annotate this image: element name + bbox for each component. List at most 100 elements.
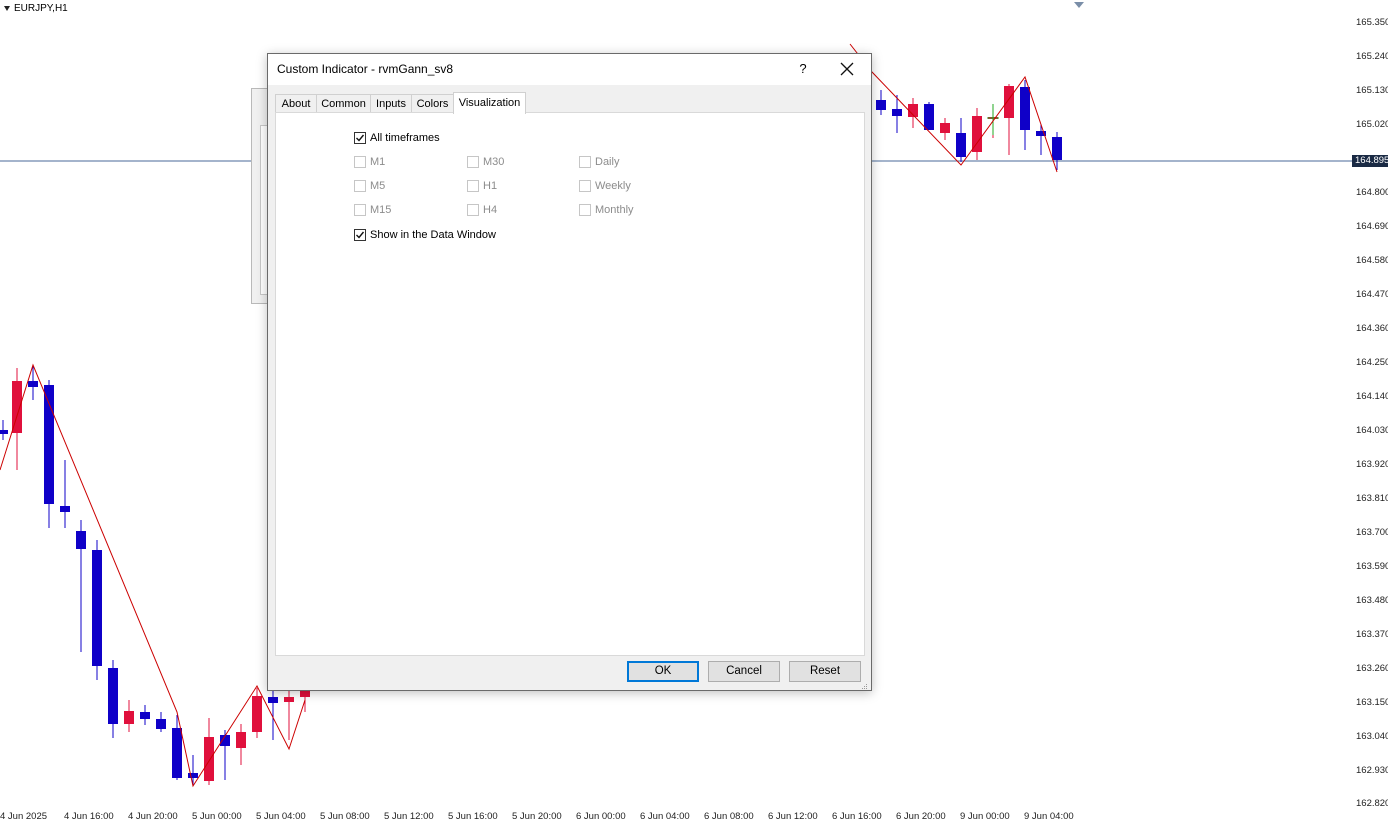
show-in-data-window-checkbox[interactable] — [354, 229, 366, 241]
m30-checkbox[interactable] — [467, 156, 479, 168]
time-tick-label: 5 Jun 12:00 — [384, 811, 434, 822]
price-tick-label: 165.130 — [1356, 85, 1388, 96]
tab-common[interactable]: Common — [316, 94, 371, 112]
scroll-indicator-icon[interactable] — [1074, 2, 1084, 8]
monthly-label: Monthly — [595, 204, 634, 216]
candle-body — [924, 104, 934, 130]
candle-body — [172, 728, 182, 778]
dialog-titlebar[interactable]: Custom Indicator - rvmGann_sv8 ? — [268, 54, 871, 85]
daily-checkbox[interactable] — [579, 156, 591, 168]
candle-body — [204, 737, 214, 781]
time-tick-label: 4 Jun 16:00 — [64, 811, 114, 822]
monthly-checkbox[interactable] — [579, 204, 591, 216]
price-tick-label: 162.930 — [1356, 765, 1388, 776]
candle-body — [1052, 137, 1062, 160]
m1-checkbox[interactable] — [354, 156, 366, 168]
candle-body — [156, 719, 166, 729]
candle-body — [28, 381, 38, 387]
show-in-data-window-label: Show in the Data Window — [370, 229, 496, 241]
price-tick-label: 164.030 — [1356, 425, 1388, 436]
h4-label: H4 — [483, 204, 498, 216]
tab-visualization[interactable]: Visualization — [453, 92, 526, 114]
price-tick-label: 164.800 — [1356, 187, 1388, 198]
dialog-title: Custom Indicator - rvmGann_sv8 — [277, 62, 454, 76]
candle-body — [76, 531, 86, 549]
symbol-text: EURJPY,H1 — [14, 3, 68, 14]
time-tick-label: 6 Jun 12:00 — [768, 811, 818, 822]
help-button[interactable]: ? — [792, 58, 814, 80]
m1-label: M1 — [370, 156, 386, 168]
candle-body — [92, 550, 102, 666]
m5-checkbox[interactable] — [354, 180, 366, 192]
price-tick-label: 164.140 — [1356, 391, 1388, 402]
weekly-checkbox[interactable] — [579, 180, 591, 192]
candle-body — [124, 711, 134, 724]
checkmark-icon — [356, 231, 365, 239]
time-tick-label: 5 Jun 00:00 — [192, 811, 242, 822]
all-timeframes-checkbox[interactable] — [354, 132, 366, 144]
price-tick-label: 163.810 — [1356, 493, 1388, 504]
weekly-label: Weekly — [595, 180, 631, 192]
tab-about[interactable]: About — [275, 94, 317, 112]
m5-label: M5 — [370, 180, 386, 192]
time-tick-label: 4 Jun 2025 — [0, 811, 48, 822]
time-tick-label: 4 Jun 20:00 — [128, 811, 178, 822]
resize-grip-icon[interactable] — [860, 682, 868, 690]
chevron-down-icon[interactable] — [4, 5, 10, 11]
time-tick-label: 6 Jun 04:00 — [640, 811, 690, 822]
price-tick-label: 163.150 — [1356, 697, 1388, 708]
m15-label: M15 — [370, 204, 392, 216]
price-tick-label: 163.040 — [1356, 731, 1388, 742]
price-tick-label: 165.020 — [1356, 119, 1388, 130]
close-button[interactable] — [834, 58, 860, 80]
m30-label: M30 — [483, 156, 505, 168]
h4-checkbox[interactable] — [467, 204, 479, 216]
candle-body — [60, 506, 70, 512]
time-tick-label: 5 Jun 04:00 — [256, 811, 306, 822]
ok-button[interactable]: OK — [627, 661, 699, 682]
candle-body — [140, 712, 150, 719]
time-tick-label: 6 Jun 20:00 — [896, 811, 946, 822]
price-tick-label: 164.250 — [1356, 357, 1388, 368]
all-timeframes-label: All timeframes — [370, 132, 440, 144]
price-tick-label: 164.470 — [1356, 289, 1388, 300]
price-tick-label: 164.690 — [1356, 221, 1388, 232]
cancel-button[interactable]: Cancel — [708, 661, 780, 682]
m15-checkbox[interactable] — [354, 204, 366, 216]
price-tick-label: 164.580 — [1356, 255, 1388, 266]
time-tick-label: 5 Jun 20:00 — [512, 811, 562, 822]
price-tick-label: 164.360 — [1356, 323, 1388, 334]
candle-body — [956, 133, 966, 157]
tab-inputs[interactable]: Inputs — [370, 94, 412, 112]
candle-body — [108, 668, 118, 724]
candle-body — [892, 109, 902, 116]
candle-body — [0, 430, 8, 434]
candle-body — [972, 116, 982, 152]
h1-label: H1 — [483, 180, 498, 192]
close-icon — [840, 62, 854, 76]
candle-body — [12, 381, 22, 433]
candle-body — [300, 690, 310, 697]
candle-body — [252, 696, 262, 732]
time-tick-label: 6 Jun 08:00 — [704, 811, 754, 822]
time-tick-label: 6 Jun 00:00 — [576, 811, 626, 822]
reset-button[interactable]: Reset — [789, 661, 861, 682]
daily-label: Daily — [595, 156, 620, 168]
time-tick-label: 5 Jun 08:00 — [320, 811, 370, 822]
candle-body — [876, 100, 886, 110]
price-tick-label: 162.820 — [1356, 798, 1388, 809]
price-tick-label: 163.370 — [1356, 629, 1388, 640]
time-tick-label: 9 Jun 00:00 — [960, 811, 1010, 822]
candle-body — [1004, 86, 1014, 118]
price-tick-label: 163.700 — [1356, 527, 1388, 538]
price-tick-label: 165.350 — [1356, 17, 1388, 28]
chart-symbol-label: EURJPY,H1 — [4, 3, 68, 14]
custom-indicator-dialog: Custom Indicator - rvmGann_sv8 ? About C… — [267, 53, 872, 691]
time-tick-label: 6 Jun 16:00 — [832, 811, 882, 822]
tab-colors[interactable]: Colors — [411, 94, 454, 112]
h1-checkbox[interactable] — [467, 180, 479, 192]
current-price-tag: 164.895 — [1352, 155, 1388, 167]
candle-body — [284, 697, 294, 702]
candle-body — [268, 697, 278, 703]
checkmark-icon — [356, 134, 365, 142]
